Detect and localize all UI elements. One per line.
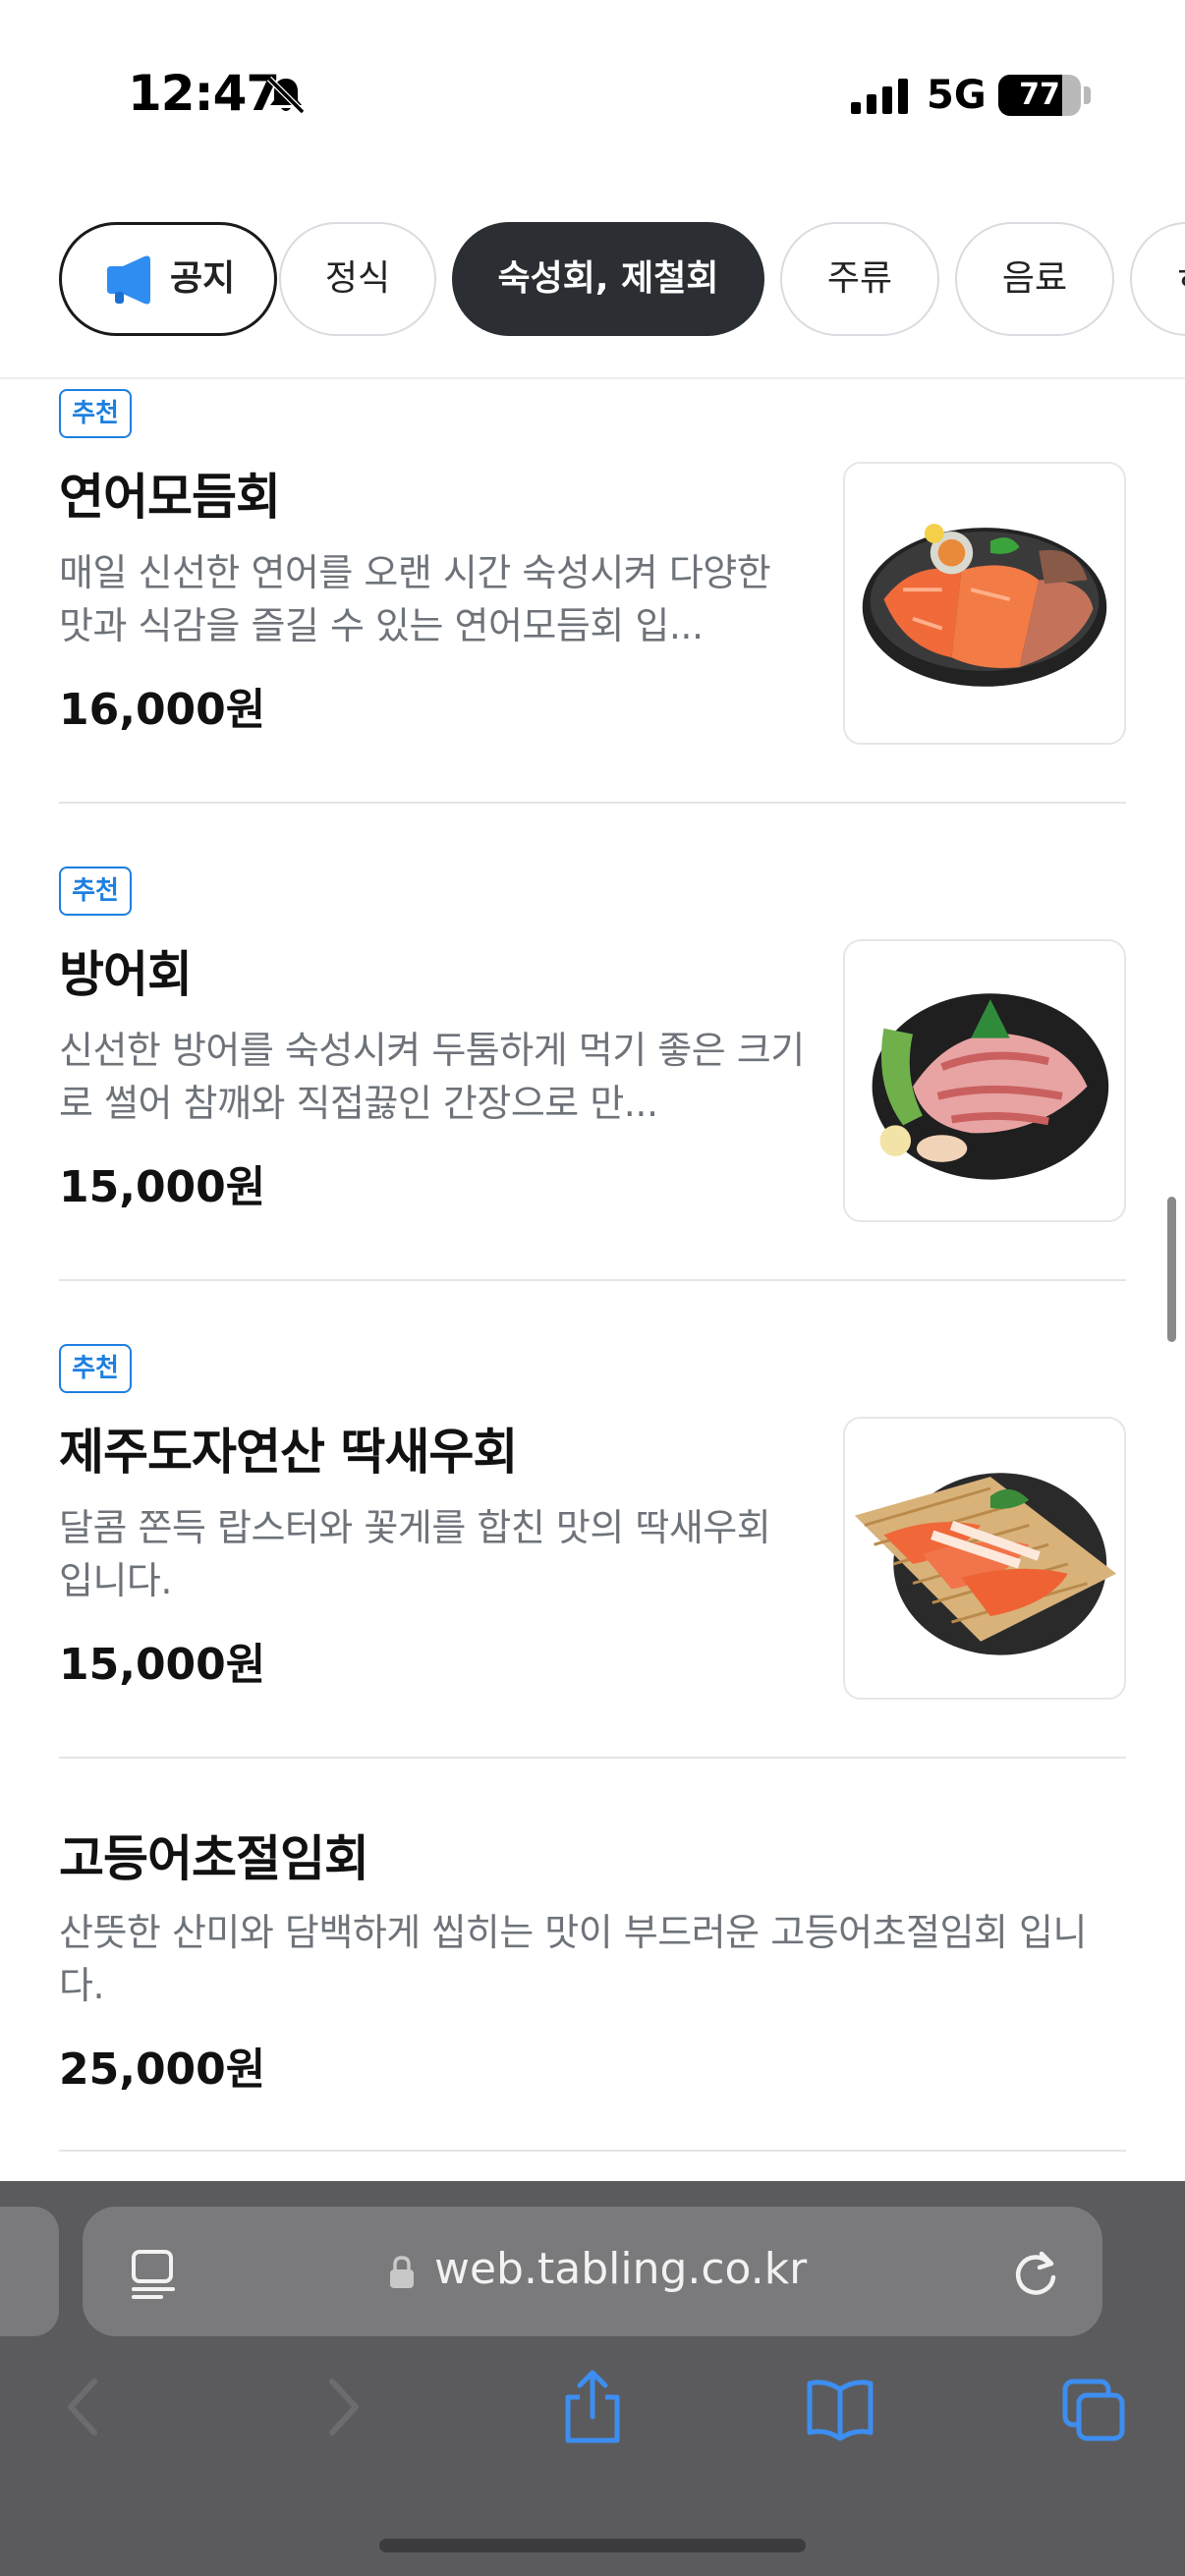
url-text: web.tabling.co.kr — [434, 2244, 808, 2294]
menu-divider — [59, 802, 1126, 804]
tab-label: 음료 — [1001, 258, 1068, 299]
menu-item-price: 16,000원 — [59, 685, 266, 735]
menu-item-price: 15,000원 — [59, 1640, 266, 1690]
home-indicator — [379, 2539, 806, 2552]
menu-item-description: 매일 신선한 연어를 오랜 시간 숙성시켜 다양한 맛과 식감을 즐길 수 있는… — [59, 551, 771, 647]
category-tabs: 공지 정식 숙성회, 제철회 주류 음료 ㅎ — [0, 222, 1185, 338]
menu-item-yellowtail[interactable]: 추천 방어회 신선한 방어를 숙성시켜 두툼하게 먹기 좋은 크기로 썰어 참깨… — [59, 867, 1126, 1260]
tab-liquor[interactable]: 주류 — [780, 222, 939, 336]
battery-level: 77 — [1019, 78, 1060, 112]
status-time: 12:47 — [128, 65, 280, 122]
menu-item-name: 연어모듬회 — [59, 469, 281, 526]
recommended-badge: 추천 — [59, 389, 132, 438]
salmon-platter-icon — [862, 524, 1107, 687]
megaphone-icon — [107, 255, 150, 305]
menu-divider — [59, 1279, 1126, 1281]
forward-icon[interactable] — [307, 2368, 375, 2446]
menu-item-image — [843, 462, 1126, 745]
tab-beverage[interactable]: 음료 — [955, 222, 1114, 336]
tab-set-meal[interactable]: 정식 — [279, 222, 436, 336]
tab-label: 주류 — [826, 258, 893, 299]
page-menu-icon[interactable] — [130, 2248, 179, 2301]
menu-item-price: 15,000원 — [59, 1162, 266, 1212]
tab-next[interactable]: ㅎ — [1130, 222, 1185, 336]
menu-item-image — [843, 939, 1126, 1222]
menu-item-mackerel[interactable]: 고등어초절임회 산뜻한 산미와 담백하게 씹히는 맛이 부드러운 고등어초절임회… — [59, 1820, 1126, 2154]
menu-divider — [59, 1757, 1126, 1759]
menu-item-description: 산뜻한 산미와 담백하게 씹히는 맛이 부드러운 고등어초절임회 입니다. — [59, 1911, 1087, 2007]
tab-label: ㅎ — [1173, 258, 1185, 299]
back-icon[interactable] — [51, 2368, 120, 2446]
tab-label: 숙성회, 제철회 — [497, 258, 719, 299]
menu-item-deep-sea-shrimp[interactable]: 추천 제주도자연산 딱새우회 달콤 쫀득 랍스터와 꽃게를 합친 맛의 딱새우회… — [59, 1344, 1126, 1737]
menu-item-name: 제주도자연산 딱새우회 — [59, 1424, 518, 1481]
menu-item-image — [843, 1417, 1126, 1700]
tabs-divider — [0, 377, 1185, 379]
browser-bottom-bar: web.tabling.co.kr — [0, 2181, 1185, 2576]
bookmarks-icon[interactable] — [806, 2368, 875, 2446]
tabs-icon[interactable] — [1059, 2368, 1128, 2446]
menu-item-description: 신선한 방어를 숙성시켜 두툼하게 먹기 좋은 크기로 썰어 참깨와 직접끓인 … — [59, 1029, 805, 1125]
menu-item-name: 고등어초절임회 — [59, 1830, 369, 1887]
menu-item-description: 달콤 쫀득 랍스터와 꽃게를 합친 맛의 딱새우회 입니다. — [59, 1506, 771, 1602]
battery-icon: 77 — [998, 75, 1081, 116]
tab-notice[interactable]: 공지 — [59, 222, 277, 336]
shrimp-platter-icon — [854, 1473, 1117, 1655]
menu-item-name: 방어회 — [59, 946, 193, 1003]
tab-aged-sashimi[interactable]: 숙성회, 제철회 — [452, 222, 764, 336]
previous-tab-card[interactable] — [0, 2207, 59, 2336]
menu-item-salmon[interactable]: 추천 연어모듬회 매일 신선한 연어를 오랜 시간 숙성시켜 다양한 맛과 식감… — [59, 389, 1126, 782]
lock-icon — [390, 2256, 414, 2288]
menu-divider — [59, 2150, 1126, 2152]
network-type: 5G — [927, 73, 987, 118]
menu-item-price: 25,000원 — [59, 2044, 266, 2095]
scroll-indicator[interactable] — [1167, 1197, 1176, 1342]
tab-label: 공지 — [170, 258, 236, 299]
reload-icon[interactable] — [1010, 2248, 1061, 2299]
recommended-badge: 추천 — [59, 1344, 132, 1393]
signal-icon — [851, 79, 908, 114]
yellowtail-platter-icon — [872, 993, 1109, 1180]
share-icon[interactable] — [558, 2368, 627, 2446]
status-bar: 12:47 5G 77 — [0, 0, 1185, 187]
battery-cap — [1084, 86, 1091, 104]
recommended-badge: 추천 — [59, 867, 132, 916]
address-bar[interactable]: web.tabling.co.kr — [83, 2207, 1102, 2336]
tab-label: 정식 — [324, 258, 391, 299]
bell-slash-icon — [266, 76, 306, 115]
